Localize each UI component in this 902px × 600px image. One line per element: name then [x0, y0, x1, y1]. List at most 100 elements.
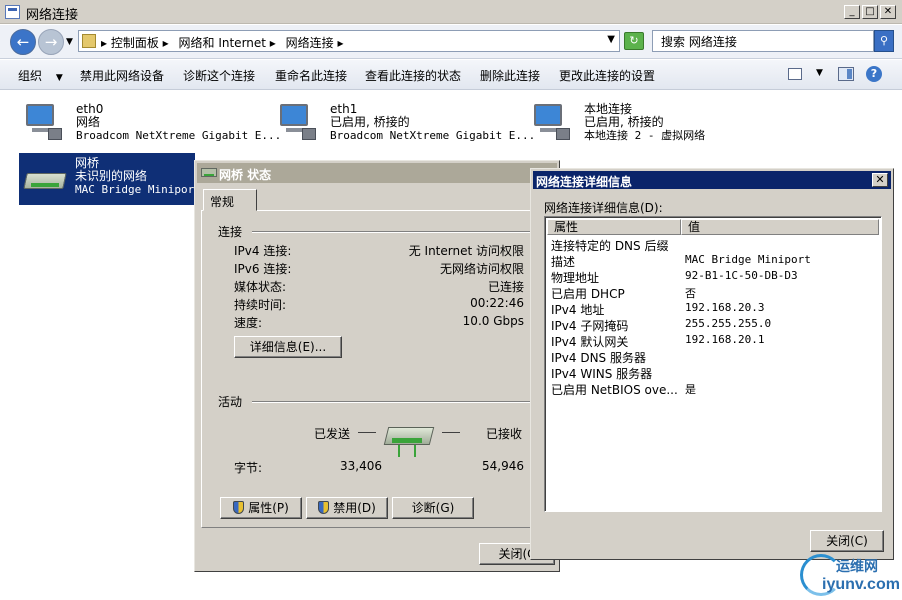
change-settings-button[interactable]: 更改此连接的设置: [559, 67, 655, 84]
ipv4-connectivity-value: 无 Internet 访问权限: [408, 244, 524, 258]
help-icon[interactable]: ?: [866, 66, 882, 82]
diagnose-connection-button[interactable]: 诊断这个连接: [183, 67, 255, 84]
search-input[interactable]: 搜索 网络连接: [652, 30, 874, 52]
property-value: 192.168.20.3: [685, 301, 765, 314]
column-header-property[interactable]: 属性: [547, 219, 681, 235]
ipv6-connectivity-label: IPv6 连接:: [234, 262, 292, 276]
search-button[interactable]: ⚲: [874, 30, 894, 52]
list-item[interactable]: IPv4 DNS 服务器: [551, 349, 877, 365]
network-bridge-icon: [201, 168, 217, 177]
list-item[interactable]: 连接特定的 DNS 后缀: [551, 237, 877, 253]
delete-connection-button[interactable]: 删除此连接: [480, 67, 540, 84]
property-value: 是: [685, 383, 696, 396]
general-tab-panel: 连接 IPv4 连接: 无 Internet 访问权限 IPv6 连接: 无网络…: [201, 210, 553, 528]
watermark-text: 运维网: [836, 559, 878, 575]
connection-local-area[interactable]: 本地连接 已启用, 桥接的 本地连接 2 - 虚拟网络: [528, 100, 778, 150]
connection-device: Broadcom NetXtreme Gigabit E...: [76, 129, 282, 142]
connection-section-label: 连接: [218, 225, 243, 239]
disable-button[interactable]: 禁用(D): [306, 497, 388, 519]
bytes-received-value: 54,946: [482, 459, 524, 473]
property-name: 已启用 DHCP: [551, 287, 625, 301]
property-name: IPv4 地址: [551, 303, 605, 317]
speed-value: 10.0 Gbps: [462, 314, 524, 328]
connection-eth0[interactable]: eth0 网络 Broadcom NetXtreme Gigabit E...: [20, 100, 281, 150]
details-close-button[interactable]: 关闭(C): [810, 530, 884, 552]
section-divider: [252, 401, 540, 403]
disable-device-button[interactable]: 禁用此网络设备: [80, 67, 164, 84]
uac-shield-icon: [233, 501, 245, 514]
details-close-x-button[interactable]: ✕: [872, 173, 888, 187]
received-label: 已接收: [486, 427, 523, 441]
property-value: 192.168.20.1: [685, 333, 765, 346]
connection-bridge[interactable]: 网桥 未识别的网络 MAC Bridge Miniport: [19, 153, 201, 205]
address-bar[interactable]: ▸ 控制面板 ▸ 网络和 Internet ▸ 网络连接 ▸ ▼: [78, 30, 620, 52]
organize-menu[interactable]: 组织 ▼: [18, 67, 63, 84]
list-item[interactable]: IPv4 WINS 服务器: [551, 365, 877, 381]
forward-button[interactable]: →: [38, 29, 64, 55]
network-adapter-icon: [530, 102, 574, 142]
diagnose-button[interactable]: 诊断(G): [392, 497, 474, 519]
list-item[interactable]: 物理地址 92-B1-1C-50-DB-D3: [551, 269, 877, 285]
section-divider: [252, 231, 540, 233]
view-status-button[interactable]: 查看此连接的状态: [365, 67, 461, 84]
property-name: 已启用 NetBIOS ove...: [551, 383, 678, 397]
breadcrumb-control-panel[interactable]: ▸ 控制面板 ▸: [101, 36, 169, 50]
maximize-button[interactable]: □: [862, 5, 878, 19]
duration-label: 持续时间:: [234, 298, 287, 312]
property-name: IPv4 WINS 服务器: [551, 367, 653, 381]
refresh-icon: ↻: [629, 34, 639, 47]
property-name: IPv4 默认网关: [551, 335, 629, 349]
details-button[interactable]: 详细信息(E)...: [234, 336, 342, 358]
refresh-button[interactable]: ↻: [624, 32, 644, 50]
details-dialog-titlebar: 网络连接详细信息 ✕: [533, 171, 891, 189]
organize-label: 组织: [18, 69, 43, 83]
address-dropdown-icon[interactable]: ▼: [607, 34, 615, 45]
list-item[interactable]: 描述 MAC Bridge Miniport: [551, 253, 877, 269]
connection-eth1[interactable]: eth1 已启用, 桥接的 Broadcom NetXtreme Gigabit…: [274, 100, 535, 150]
breadcrumb: ▸ 控制面板 ▸ 网络和 Internet ▸ 网络连接 ▸: [101, 34, 350, 51]
views-icon[interactable]: [788, 68, 802, 80]
watermark-url: iyunv.com: [822, 576, 900, 593]
connection-device: 本地连接 2 - 虚拟网络: [584, 129, 706, 142]
property-name: 连接特定的 DNS 后缀: [551, 239, 669, 253]
uac-shield-icon: [318, 501, 330, 514]
list-item[interactable]: IPv4 子网掩码 255.255.255.0: [551, 317, 877, 333]
rename-connection-button[interactable]: 重命名此连接: [275, 67, 347, 84]
media-state-value: 已连接: [487, 280, 524, 294]
status-dialog-titlebar: 网桥 状态: [197, 163, 557, 183]
list-item[interactable]: 已启用 DHCP 否: [551, 285, 877, 301]
network-adapter-icon: [276, 102, 320, 142]
breadcrumb-network-connections[interactable]: 网络连接 ▸: [286, 36, 344, 50]
list-item[interactable]: IPv4 地址 192.168.20.3: [551, 301, 877, 317]
history-dropdown-icon[interactable]: ▼: [66, 37, 73, 47]
breadcrumb-network-internet[interactable]: 网络和 Internet ▸: [179, 36, 276, 50]
close-button[interactable]: ✕: [880, 5, 896, 19]
list-item[interactable]: IPv4 默认网关 192.168.20.1: [551, 333, 877, 349]
status-dialog-title: 网桥 状态: [219, 168, 272, 182]
back-arrow-icon: ←: [16, 33, 30, 51]
tab-general[interactable]: 常规: [203, 189, 257, 211]
main-titlebar: 网络连接 _ □ ✕: [0, 0, 902, 24]
connection-name: eth0: [76, 102, 104, 116]
properties-button[interactable]: 属性(P): [220, 497, 302, 519]
minimize-button[interactable]: _: [844, 5, 860, 19]
control-panel-icon: [82, 34, 96, 48]
details-listview[interactable]: 属性 值 连接特定的 DNS 后缀 描述 MAC Bridge Miniport…: [544, 216, 882, 512]
forward-arrow-icon: →: [44, 33, 58, 51]
property-value: 否: [685, 287, 696, 300]
connection-device: MAC Bridge Miniport: [75, 183, 201, 196]
property-value: 255.255.255.0: [685, 317, 772, 330]
bridge-status-dialog: 网桥 状态 常规 连接 IPv4 连接: 无 Internet 访问权限 IPv…: [194, 160, 560, 572]
back-button[interactable]: ←: [10, 29, 36, 55]
details-dialog-title: 网络连接详细信息: [536, 175, 633, 189]
network-activity-icon: [382, 417, 438, 457]
property-value: 92-B1-1C-50-DB-D3: [685, 269, 798, 282]
column-header-value[interactable]: 值: [681, 219, 879, 235]
views-dropdown-icon[interactable]: ▼: [816, 68, 823, 78]
connection-status: 已启用, 桥接的: [330, 115, 410, 129]
search-icon: ⚲: [879, 34, 889, 47]
preview-pane-icon[interactable]: [838, 67, 854, 81]
list-item[interactable]: 已启用 NetBIOS ove... 是: [551, 381, 877, 397]
network-adapter-icon: [22, 102, 66, 142]
connection-details-dialog: 网络连接详细信息 ✕ 网络连接详细信息(D): 属性 值 连接特定的 DNS 后…: [530, 168, 894, 560]
